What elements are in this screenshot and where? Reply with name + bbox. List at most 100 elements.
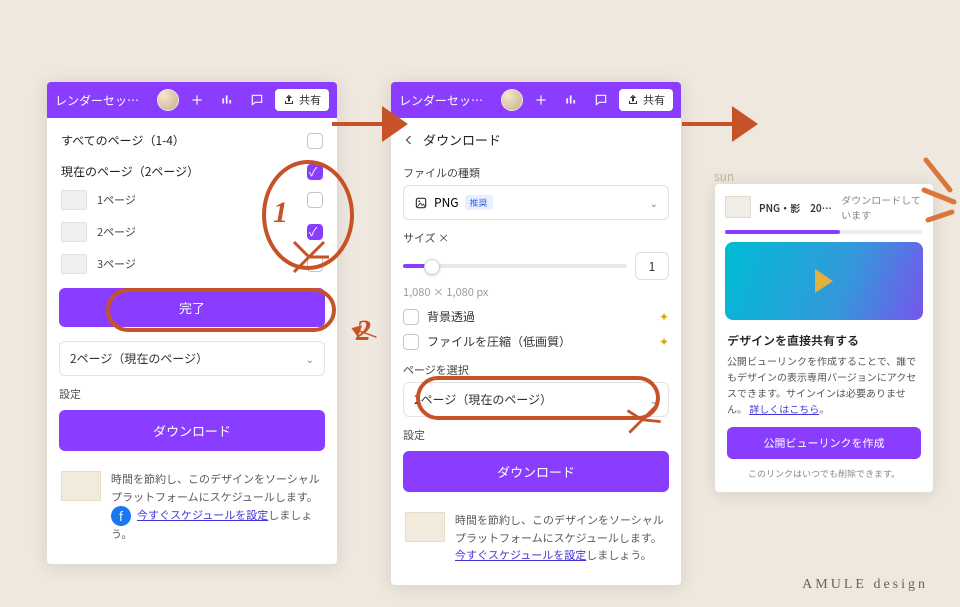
page-thumb — [61, 254, 87, 274]
back-icon — [403, 134, 415, 146]
current-page-label: 現在のページ（2ページ） — [61, 163, 199, 180]
share-button[interactable]: 共有 — [619, 89, 673, 111]
current-page-select[interactable]: 2ページ（現在のページ） ⌄ — [59, 341, 325, 376]
filetype-value: PNG — [434, 194, 459, 211]
page-item-label: 1ページ — [97, 192, 136, 208]
avatar[interactable] — [501, 89, 523, 111]
all-pages-label: すべてのページ（1-4） — [61, 132, 185, 149]
play-icon — [815, 269, 833, 293]
download-filename: PNG・影 2024年1... — [759, 200, 833, 215]
current-page-row[interactable]: 現在のページ（2ページ） — [59, 159, 325, 184]
size-slider-row: 1 — [403, 252, 669, 280]
chart-icon[interactable] — [215, 88, 239, 112]
promo-link[interactable]: 今すぐスケジュールを設定 — [455, 547, 586, 563]
promo-link[interactable]: 今すぐスケジュールを設定 — [137, 507, 268, 523]
share-title: デザインを直接共有する — [727, 332, 921, 349]
create-public-link-button[interactable]: 公開ビューリンクを作成 — [727, 427, 921, 459]
download-status: ダウンロードしています — [841, 192, 923, 222]
downloading-row: PNG・影 2024年1... ダウンロードしています — [715, 184, 933, 230]
share-desc: 公開ビューリンクを作成することで、誰でもデザインの表示専用バージョンにアクセスで… — [727, 353, 921, 417]
checkbox-all[interactable] — [307, 133, 323, 149]
download-progress — [725, 230, 923, 234]
share-button[interactable]: 共有 — [275, 89, 329, 111]
comment-icon[interactable] — [245, 88, 269, 112]
recommended-badge: 推奨 — [465, 195, 493, 210]
filetype-label: ファイルの種類 — [403, 165, 669, 181]
page-item-checkbox[interactable] — [307, 224, 323, 240]
page-item-checkbox[interactable] — [307, 256, 323, 272]
compress-row[interactable]: ファイルを圧縮（低画質） ✦ — [403, 333, 669, 350]
all-pages-row[interactable]: すべてのページ（1-4） — [59, 128, 325, 153]
panel-downloading: PNG・影 2024年1... ダウンロードしています デザインを直接共有する … — [715, 184, 933, 492]
size-label: サイズ × — [403, 230, 669, 246]
topbar-title: レンダーセット シンプ... — [55, 92, 151, 109]
transparent-label: 背景透過 — [427, 308, 475, 325]
watermark: AMULE design — [802, 577, 928, 593]
page-thumb — [61, 190, 87, 210]
page-item-2[interactable]: 2ページ — [59, 216, 325, 248]
size-scale-input[interactable]: 1 — [635, 252, 669, 280]
link-removable-note: このリンクはいつでも削除できます。 — [727, 467, 921, 480]
premium-icon: ✦ — [659, 308, 669, 325]
filetype-icon — [414, 196, 428, 210]
download-button-label: ダウンロード — [497, 462, 575, 481]
size-slider[interactable] — [403, 264, 627, 268]
share-button-label: 共有 — [299, 92, 321, 108]
compress-label: ファイルを圧縮（低画質） — [427, 333, 571, 350]
settings-label: 設定 — [59, 386, 325, 402]
download-button[interactable]: ダウンロード — [59, 410, 325, 451]
done-button-label: 完了 — [179, 298, 205, 317]
dimensions-text: 1,080 × 1,080 px — [403, 284, 669, 300]
promo-block: 時間を節約し、このデザインをソーシャルプラットフォームにスケジュールします。 f… — [59, 465, 325, 550]
create-public-link-label: 公開ビューリンクを作成 — [764, 435, 885, 451]
page-item-label: 3ページ — [97, 256, 136, 272]
checkbox-current[interactable] — [307, 164, 323, 180]
promo-thumb — [61, 471, 101, 501]
chevron-down-icon: ⌄ — [650, 392, 658, 407]
page-select-value: 2ページ（現在のページ） — [414, 391, 552, 408]
checkbox-transparent[interactable] — [403, 309, 419, 325]
done-button[interactable]: 完了 — [59, 288, 325, 327]
download-thumb — [725, 196, 751, 218]
page-item-3[interactable]: 3ページ — [59, 248, 325, 280]
back-row[interactable]: ダウンロード — [403, 128, 669, 159]
comment-icon[interactable] — [589, 88, 613, 112]
promo-block: 時間を節約し、このデザインをソーシャルプラットフォームにスケジュールします。 今… — [403, 506, 669, 571]
anno-2-label: 2 — [356, 314, 371, 348]
size-scale-value: 1 — [649, 258, 656, 275]
chart-icon[interactable] — [559, 88, 583, 112]
download-button-label: ダウンロード — [153, 421, 231, 440]
filetype-select[interactable]: PNG 推奨 ⌄ — [403, 185, 669, 220]
details-link[interactable]: 詳しくはこちら — [749, 401, 819, 416]
download-panel-title: ダウンロード — [423, 130, 501, 149]
page-item-1[interactable]: 1ページ — [59, 184, 325, 216]
promo-tail: しましょう。 — [586, 547, 651, 563]
download-button[interactable]: ダウンロード — [403, 451, 669, 492]
promo-text: 時間を節約し、このデザインをソーシャルプラットフォームにスケジュールします。 — [455, 512, 664, 546]
topbar: レンダーセット シンプ... 共有 — [391, 82, 681, 118]
premium-icon: ✦ — [659, 333, 669, 350]
page-select[interactable]: 2ページ（現在のページ） ⌄ — [403, 382, 669, 417]
share-button-label: 共有 — [643, 92, 665, 108]
panel-download: レンダーセット シンプ... 共有 ダウンロード ファイルの種類 PNG 推奨 … — [391, 82, 681, 585]
topbar: レンダーセット シンプ... 共有 — [47, 82, 337, 118]
checkbox-compress[interactable] — [403, 334, 419, 350]
promo-text: 時間を節約し、このデザインをソーシャルプラットフォームにスケジュールします。 — [111, 471, 320, 505]
plus-icon[interactable] — [185, 88, 209, 112]
calendar-sun-label: sun — [714, 168, 734, 185]
promo-thumb — [405, 512, 445, 542]
transparent-row[interactable]: 背景透過 ✦ — [403, 308, 669, 325]
settings-label: 設定 — [403, 427, 669, 443]
page-item-label: 2ページ — [97, 224, 136, 240]
page-thumb — [61, 222, 87, 242]
plus-icon[interactable] — [529, 88, 553, 112]
page-select-label: ページを選択 — [403, 362, 669, 378]
topbar-title: レンダーセット シンプ... — [399, 92, 495, 109]
chevron-down-icon: ⌄ — [650, 195, 658, 210]
page-item-checkbox[interactable] — [307, 192, 323, 208]
share-preview — [725, 242, 923, 320]
current-page-select-label: 2ページ（現在のページ） — [70, 350, 208, 367]
avatar[interactable] — [157, 89, 179, 111]
panel-page-select: レンダーセット シンプ... 共有 すべてのページ（1-4） 現在のページ（2ペ… — [47, 82, 337, 564]
facebook-icon: f — [111, 506, 131, 526]
